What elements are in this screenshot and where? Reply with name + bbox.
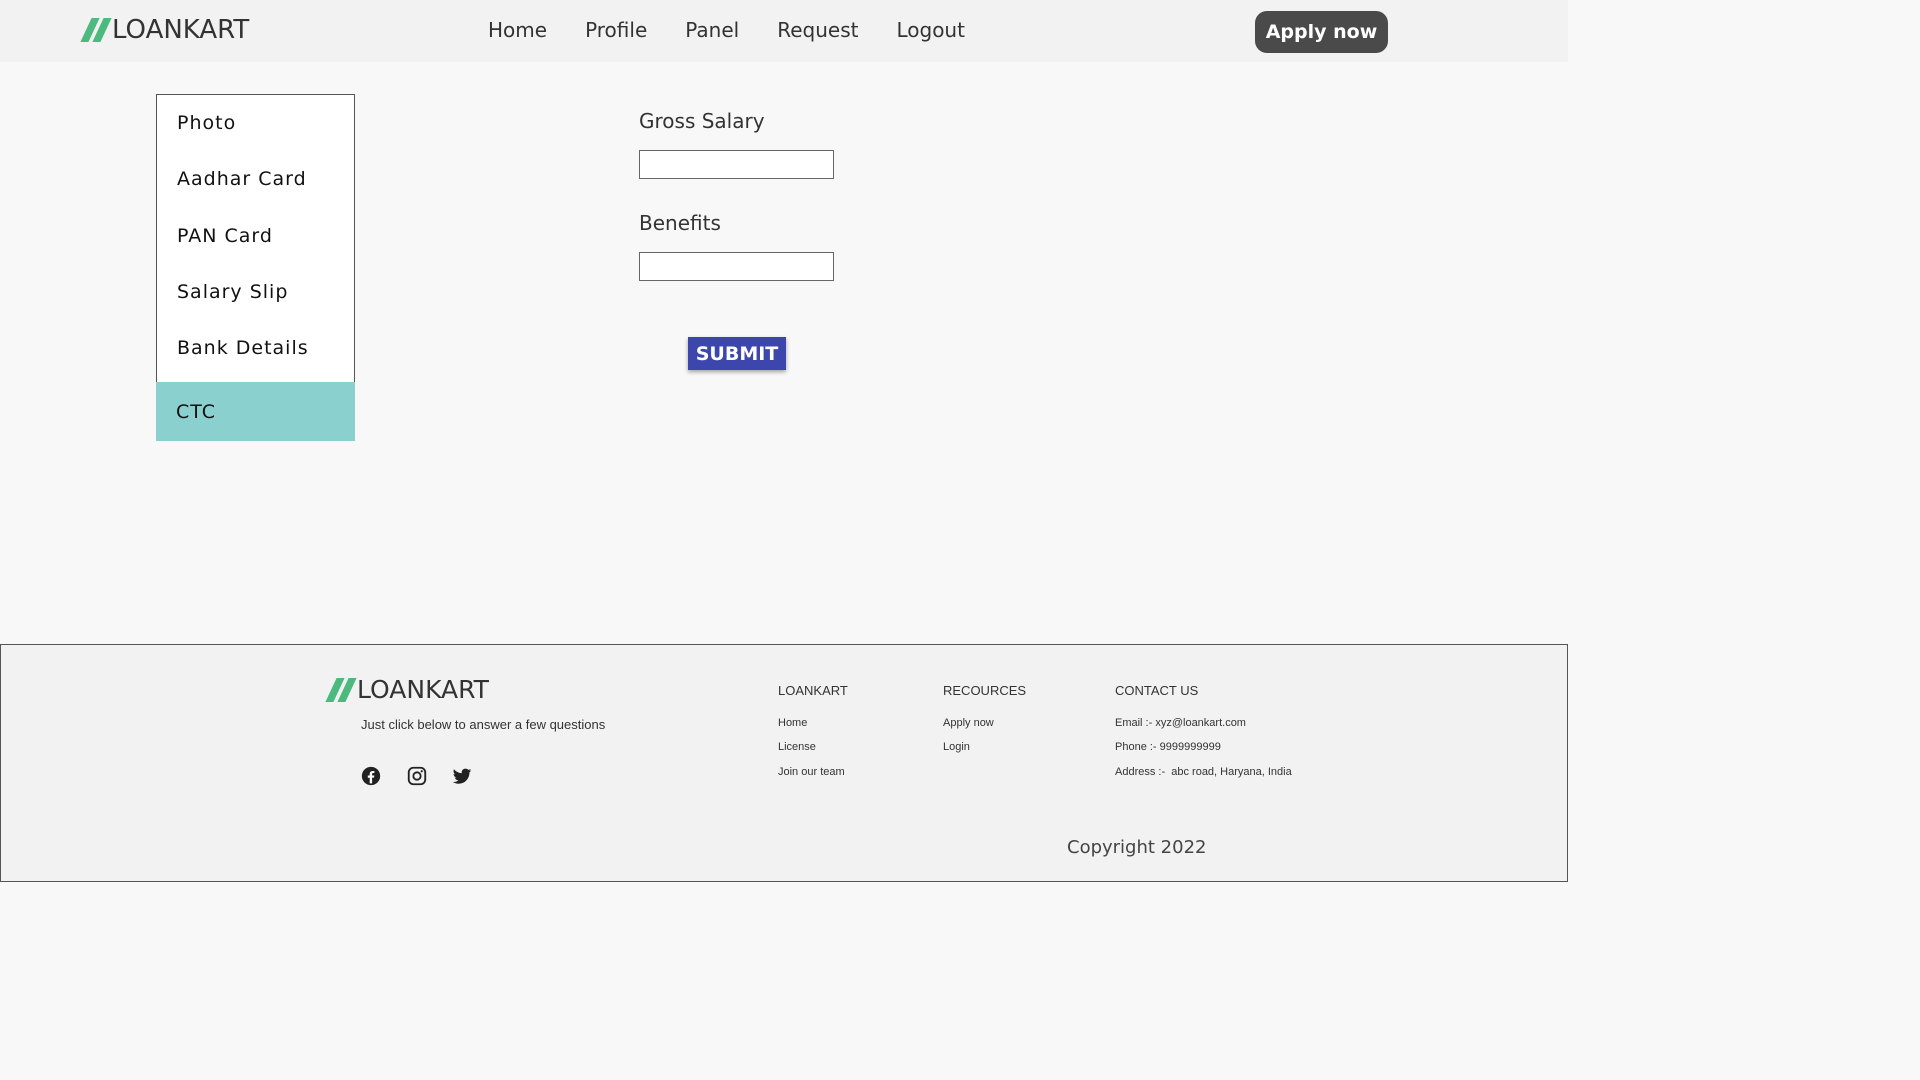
footer-tagline: Just click below to answer a few questio…	[361, 717, 606, 732]
footer-contact-heading: CONTACT US	[1115, 683, 1199, 698]
nav-panel[interactable]: Panel	[685, 18, 739, 42]
sidebar-item-aadhar-card[interactable]: Aadhar Card	[157, 151, 354, 207]
sidebar-item-photo[interactable]: Photo	[157, 95, 354, 151]
top-navbar: LOANKART Home Profile Panel Request Logo…	[0, 0, 1568, 62]
footer-contact-email: Email :- xyz@loankart.com	[1115, 717, 1246, 729]
footer-brand-logo: LOANKART	[325, 675, 489, 704]
sidebar-item-salary-slip[interactable]: Salary Slip	[157, 264, 354, 320]
facebook-icon[interactable]	[360, 765, 382, 787]
footer-contact-address: Address :- abc road, Haryana, India	[1115, 766, 1292, 778]
sidebar-item-ctc[interactable]: CTC	[156, 382, 355, 441]
footer-link-login[interactable]: Login	[943, 741, 970, 753]
instagram-icon[interactable]	[406, 765, 428, 787]
footer-link-license[interactable]: License	[778, 741, 816, 753]
nav-logout[interactable]: Logout	[896, 18, 964, 42]
apply-now-button[interactable]: Apply now	[1255, 11, 1388, 53]
sidebar-item-bank-details[interactable]: Bank Details	[157, 320, 354, 376]
gross-salary-label: Gross Salary	[639, 109, 765, 133]
footer-brand-name: LOANKART	[357, 675, 489, 704]
logo-mark-icon	[325, 677, 357, 702]
twitter-icon[interactable]	[451, 765, 473, 787]
footer-resources-heading: RECOURCES	[943, 683, 1027, 698]
nav-profile[interactable]: Profile	[585, 18, 647, 42]
logo-mark-icon	[80, 18, 112, 42]
nav-request[interactable]: Request	[777, 18, 858, 42]
main-nav: Home Profile Panel Request Logout	[488, 18, 965, 42]
footer-contact-phone: Phone :- 9999999999	[1115, 741, 1221, 753]
gross-salary-input[interactable]	[639, 150, 834, 179]
benefits-input[interactable]	[639, 252, 834, 281]
document-sidebar: Photo Aadhar Card PAN Card Salary Slip B…	[156, 94, 355, 441]
sidebar-item-pan-card[interactable]: PAN Card	[157, 208, 354, 264]
brand-logo[interactable]: LOANKART	[80, 15, 250, 45]
footer-link-home[interactable]: Home	[778, 717, 807, 729]
footer-link-join-team[interactable]: Join our team	[778, 766, 845, 778]
page-footer: LOANKART Just click below to answer a fe…	[0, 644, 1568, 882]
brand-name: LOANKART	[112, 15, 250, 45]
submit-button[interactable]: SUBMIT	[688, 337, 786, 370]
copyright-text: Copyright 2022	[1067, 837, 1207, 858]
footer-link-apply-now[interactable]: Apply now	[943, 717, 994, 729]
nav-home[interactable]: Home	[488, 18, 547, 42]
footer-loankart-heading: LOANKART	[778, 683, 848, 698]
benefits-label: Benefits	[639, 211, 721, 235]
